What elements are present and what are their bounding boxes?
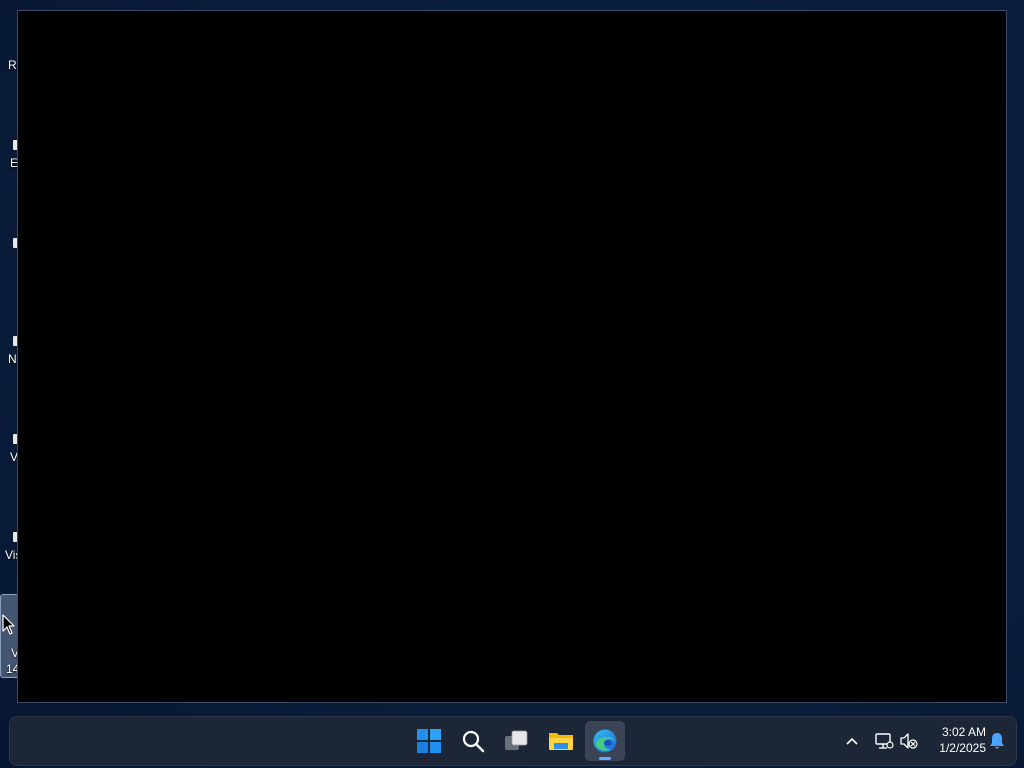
- file-explorer-icon: [549, 733, 573, 750]
- desktop-icon-label: R: [8, 58, 17, 72]
- mouse-cursor-icon: [2, 614, 15, 635]
- notification-bell-icon: [990, 733, 1004, 749]
- system-clock[interactable]: 3:02 AM 1/2/2025: [922, 724, 986, 756]
- desktop-icon-label: N: [8, 352, 17, 366]
- volume-button[interactable]: [899, 731, 919, 751]
- search-icon: [462, 730, 485, 753]
- network-icon: [875, 733, 894, 749]
- task-view-button[interactable]: [497, 721, 537, 761]
- windows-start-icon: [417, 729, 441, 753]
- edge-browser-button[interactable]: [585, 721, 625, 761]
- notification-button[interactable]: [987, 731, 1007, 751]
- network-status-button[interactable]: [874, 731, 894, 751]
- chevron-up-icon: [846, 737, 858, 745]
- app-window[interactable]: [17, 10, 1007, 703]
- search-button[interactable]: [453, 721, 493, 761]
- taskbar: 3:02 AM 1/2/2025: [9, 716, 1017, 766]
- file-explorer-button[interactable]: [541, 721, 581, 761]
- clock-date: 1/2/2025: [939, 741, 986, 755]
- edge-browser-icon: [593, 729, 617, 753]
- volume-muted-icon: [900, 733, 918, 749]
- clock-time: 3:02 AM: [941, 725, 986, 739]
- start-button[interactable]: [409, 721, 449, 761]
- show-hidden-icons-button[interactable]: [842, 731, 862, 751]
- task-view-icon: [505, 730, 528, 750]
